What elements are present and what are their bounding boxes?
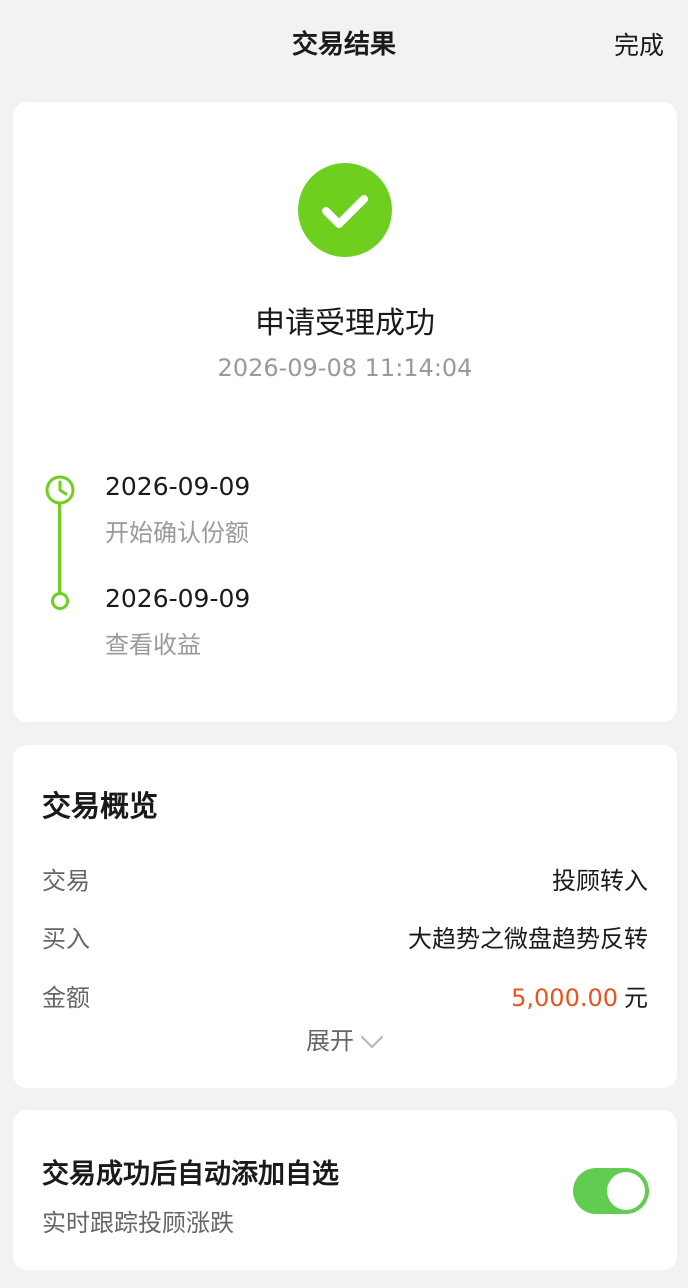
- row-value-amount: 5,000.00 元: [511, 978, 648, 1013]
- timeline-desc-2: 查看收益: [105, 631, 201, 659]
- clock-icon: [44, 474, 76, 506]
- row-value-buy: 大趋势之微盘趋势反转: [408, 925, 648, 953]
- nav-bar: 交易结果 完成: [0, 0, 688, 88]
- auto-add-subtitle: 实时跟踪投顾涨跌: [42, 1209, 234, 1237]
- row-value-trade: 投顾转入: [552, 867, 648, 895]
- auto-add-card: 交易成功后自动添加自选 实时跟踪投顾涨跌: [13, 1110, 677, 1270]
- timeline-line: [58, 504, 61, 599]
- chevron-down-icon: [360, 1035, 384, 1049]
- timeline-date-2: 2026-09-09: [105, 584, 251, 613]
- timeline-desc-1: 开始确认份额: [105, 519, 249, 547]
- amount-unit: 元: [624, 984, 648, 1012]
- status-time: 2026-09-08 11:14:04: [217, 354, 473, 382]
- row-label-amount: 金额: [42, 984, 90, 1012]
- row-label-buy: 买入: [42, 925, 90, 953]
- summary-card: 交易概览 交易 投顾转入 买入 大趋势之微盘趋势反转 金额 5,000.00 元 …: [13, 745, 677, 1088]
- toggle-knob: [607, 1172, 645, 1210]
- page-title: 交易结果: [291, 30, 396, 60]
- check-circle-icon: [298, 163, 392, 257]
- timeline-date-1: 2026-09-09: [105, 472, 251, 501]
- dot-icon: [51, 592, 69, 610]
- done-button[interactable]: 完成: [614, 26, 664, 62]
- auto-add-toggle[interactable]: [573, 1168, 649, 1214]
- status-card: 申请受理成功 2026-09-08 11:14:04 2026-09-09 开始…: [13, 102, 677, 722]
- expand-label: 展开: [306, 1027, 354, 1055]
- status-title: 申请受理成功: [255, 306, 435, 341]
- expand-button[interactable]: 展开: [13, 1021, 677, 1056]
- amount-value: 5,000.00: [511, 984, 618, 1012]
- auto-add-title: 交易成功后自动添加自选: [42, 1159, 339, 1190]
- summary-title: 交易概览: [42, 789, 159, 823]
- row-label-trade: 交易: [42, 867, 90, 895]
